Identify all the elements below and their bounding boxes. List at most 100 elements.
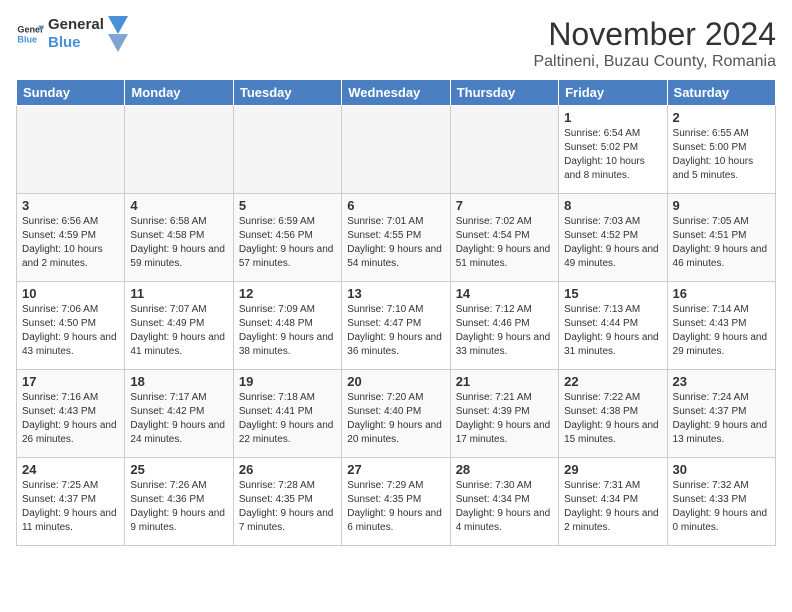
day-number: 5	[239, 198, 336, 213]
day-number: 1	[564, 110, 661, 125]
logo-icon: General Blue	[16, 20, 44, 48]
day-number: 18	[130, 374, 227, 389]
calendar-cell: 7 Sunrise: 7:02 AM Sunset: 4:54 PM Daylig…	[450, 194, 558, 282]
calendar-cell: 9 Sunrise: 7:05 AM Sunset: 4:51 PM Daylig…	[667, 194, 775, 282]
calendar-cell: 8 Sunrise: 7:03 AM Sunset: 4:52 PM Daylig…	[559, 194, 667, 282]
calendar-cell: 29 Sunrise: 7:31 AM Sunset: 4:34 PM Dayli…	[559, 458, 667, 546]
calendar-cell	[233, 106, 341, 194]
day-info: Sunrise: 7:18 AM Sunset: 4:41 PM Dayligh…	[239, 391, 336, 447]
calendar-cell: 22Sunrise: 7:22 AM Sunset: 4:38 PM Dayli…	[559, 370, 667, 458]
day-info: Sunrise: 7:06 AM Sunset: 4:50 PM Dayligh…	[22, 303, 119, 359]
calendar-cell: 5 Sunrise: 6:59 AM Sunset: 4:56 PM Daylig…	[233, 194, 341, 282]
calendar-cell: 21Sunrise: 7:21 AM Sunset: 4:39 PM Dayli…	[450, 370, 558, 458]
col-monday: Monday	[125, 80, 233, 106]
calendar-cell: 6 Sunrise: 7:01 AM Sunset: 4:55 PM Daylig…	[342, 194, 450, 282]
day-info: Sunrise: 6:59 AM Sunset: 4:56 PM Dayligh…	[239, 215, 336, 271]
calendar-cell: 23 Sunrise: 7:24 AM Sunset: 4:37 PM Dayli…	[667, 370, 775, 458]
day-info: Sunrise: 7:03 AM Sunset: 4:52 PM Dayligh…	[564, 215, 661, 271]
subtitle: Paltineni, Buzau County, Romania	[533, 53, 776, 71]
day-number: 16	[673, 286, 770, 301]
calendar-cell: 15 Sunrise: 7:13 AM Sunset: 4:44 PM Dayli…	[559, 282, 667, 370]
day-number: 24	[22, 462, 119, 477]
month-title: November 2024	[533, 16, 776, 53]
svg-text:Blue: Blue	[17, 34, 37, 44]
calendar-cell: 16Sunrise: 7:14 AM Sunset: 4:43 PM Dayli…	[667, 282, 775, 370]
calendar-cell: 10 Sunrise: 7:06 AM Sunset: 4:50 PM Dayli…	[17, 282, 125, 370]
calendar-table: Sunday Monday Tuesday Wednesday Thursday…	[16, 79, 776, 546]
day-info: Sunrise: 7:22 AM Sunset: 4:38 PM Dayligh…	[564, 391, 661, 447]
day-info: Sunrise: 7:21 AM Sunset: 4:39 PM Dayligh…	[456, 391, 553, 447]
calendar-cell: 27 Sunrise: 7:29 AM Sunset: 4:35 PM Dayli…	[342, 458, 450, 546]
logo-arrow-icon	[108, 16, 128, 52]
calendar-cell: 12Sunrise: 7:09 AM Sunset: 4:48 PM Dayli…	[233, 282, 341, 370]
day-info: Sunrise: 7:32 AM Sunset: 4:33 PM Dayligh…	[673, 479, 770, 535]
calendar-cell	[450, 106, 558, 194]
day-number: 3	[22, 198, 119, 213]
day-number: 6	[347, 198, 444, 213]
week-row-4: 17 Sunrise: 7:16 AM Sunset: 4:43 PM Dayli…	[17, 370, 776, 458]
day-info: Sunrise: 7:13 AM Sunset: 4:44 PM Dayligh…	[564, 303, 661, 359]
logo: General Blue General Blue	[16, 16, 128, 52]
day-number: 11	[130, 286, 227, 301]
day-number: 15	[564, 286, 661, 301]
day-info: Sunrise: 7:05 AM Sunset: 4:51 PM Dayligh…	[673, 215, 770, 271]
day-number: 28	[456, 462, 553, 477]
week-row-3: 10 Sunrise: 7:06 AM Sunset: 4:50 PM Dayli…	[17, 282, 776, 370]
day-info: Sunrise: 7:31 AM Sunset: 4:34 PM Dayligh…	[564, 479, 661, 535]
calendar-cell: 28 Sunrise: 7:30 AM Sunset: 4:34 PM Dayli…	[450, 458, 558, 546]
calendar-cell: 20Sunrise: 7:20 AM Sunset: 4:40 PM Dayli…	[342, 370, 450, 458]
day-info: Sunrise: 7:17 AM Sunset: 4:42 PM Dayligh…	[130, 391, 227, 447]
calendar-cell: 19Sunrise: 7:18 AM Sunset: 4:41 PM Dayli…	[233, 370, 341, 458]
day-info: Sunrise: 7:02 AM Sunset: 4:54 PM Dayligh…	[456, 215, 553, 271]
day-number: 7	[456, 198, 553, 213]
day-number: 10	[22, 286, 119, 301]
day-info: Sunrise: 7:30 AM Sunset: 4:34 PM Dayligh…	[456, 479, 553, 535]
calendar-cell	[342, 106, 450, 194]
day-number: 17	[22, 374, 119, 389]
day-number: 29	[564, 462, 661, 477]
day-number: 14	[456, 286, 553, 301]
day-info: Sunrise: 6:54 AM Sunset: 5:02 PM Dayligh…	[564, 127, 661, 183]
day-info: Sunrise: 7:29 AM Sunset: 4:35 PM Dayligh…	[347, 479, 444, 535]
day-number: 30	[673, 462, 770, 477]
day-info: Sunrise: 7:26 AM Sunset: 4:36 PM Dayligh…	[130, 479, 227, 535]
calendar-cell: 11 Sunrise: 7:07 AM Sunset: 4:49 PM Dayli…	[125, 282, 233, 370]
col-friday: Friday	[559, 80, 667, 106]
day-info: Sunrise: 7:28 AM Sunset: 4:35 PM Dayligh…	[239, 479, 336, 535]
day-info: Sunrise: 6:55 AM Sunset: 5:00 PM Dayligh…	[673, 127, 770, 183]
calendar-cell	[17, 106, 125, 194]
calendar-cell: 24 Sunrise: 7:25 AM Sunset: 4:37 PM Dayli…	[17, 458, 125, 546]
day-number: 8	[564, 198, 661, 213]
col-thursday: Thursday	[450, 80, 558, 106]
calendar-cell: 13Sunrise: 7:10 AM Sunset: 4:47 PM Dayli…	[342, 282, 450, 370]
day-number: 26	[239, 462, 336, 477]
calendar-cell: 18 Sunrise: 7:17 AM Sunset: 4:42 PM Dayli…	[125, 370, 233, 458]
day-number: 25	[130, 462, 227, 477]
week-row-5: 24 Sunrise: 7:25 AM Sunset: 4:37 PM Dayli…	[17, 458, 776, 546]
day-info: Sunrise: 7:01 AM Sunset: 4:55 PM Dayligh…	[347, 215, 444, 271]
day-number: 27	[347, 462, 444, 477]
day-info: Sunrise: 7:16 AM Sunset: 4:43 PM Dayligh…	[22, 391, 119, 447]
logo-blue-text: Blue	[48, 34, 104, 52]
day-number: 9	[673, 198, 770, 213]
day-info: Sunrise: 7:10 AM Sunset: 4:47 PM Dayligh…	[347, 303, 444, 359]
col-sunday: Sunday	[17, 80, 125, 106]
day-number: 23	[673, 374, 770, 389]
day-info: Sunrise: 6:56 AM Sunset: 4:59 PM Dayligh…	[22, 215, 119, 271]
day-number: 4	[130, 198, 227, 213]
day-info: Sunrise: 7:07 AM Sunset: 4:49 PM Dayligh…	[130, 303, 227, 359]
calendar-cell: 30 Sunrise: 7:32 AM Sunset: 4:33 PM Dayli…	[667, 458, 775, 546]
week-row-1: 1 Sunrise: 6:54 AM Sunset: 5:02 PM Daylig…	[17, 106, 776, 194]
week-row-2: 3 Sunrise: 6:56 AM Sunset: 4:59 PM Daylig…	[17, 194, 776, 282]
col-tuesday: Tuesday	[233, 80, 341, 106]
day-info: Sunrise: 7:24 AM Sunset: 4:37 PM Dayligh…	[673, 391, 770, 447]
calendar-cell: 26 Sunrise: 7:28 AM Sunset: 4:35 PM Dayli…	[233, 458, 341, 546]
title-area: November 2024 Paltineni, Buzau County, R…	[533, 16, 776, 71]
day-info: Sunrise: 7:09 AM Sunset: 4:48 PM Dayligh…	[239, 303, 336, 359]
calendar-cell: 14Sunrise: 7:12 AM Sunset: 4:46 PM Dayli…	[450, 282, 558, 370]
header: General Blue General Blue November 2024 …	[16, 16, 776, 71]
day-info: Sunrise: 7:25 AM Sunset: 4:37 PM Dayligh…	[22, 479, 119, 535]
calendar-cell: 3 Sunrise: 6:56 AM Sunset: 4:59 PM Daylig…	[17, 194, 125, 282]
calendar-cell	[125, 106, 233, 194]
calendar-cell: 4Sunrise: 6:58 AM Sunset: 4:58 PM Daylig…	[125, 194, 233, 282]
